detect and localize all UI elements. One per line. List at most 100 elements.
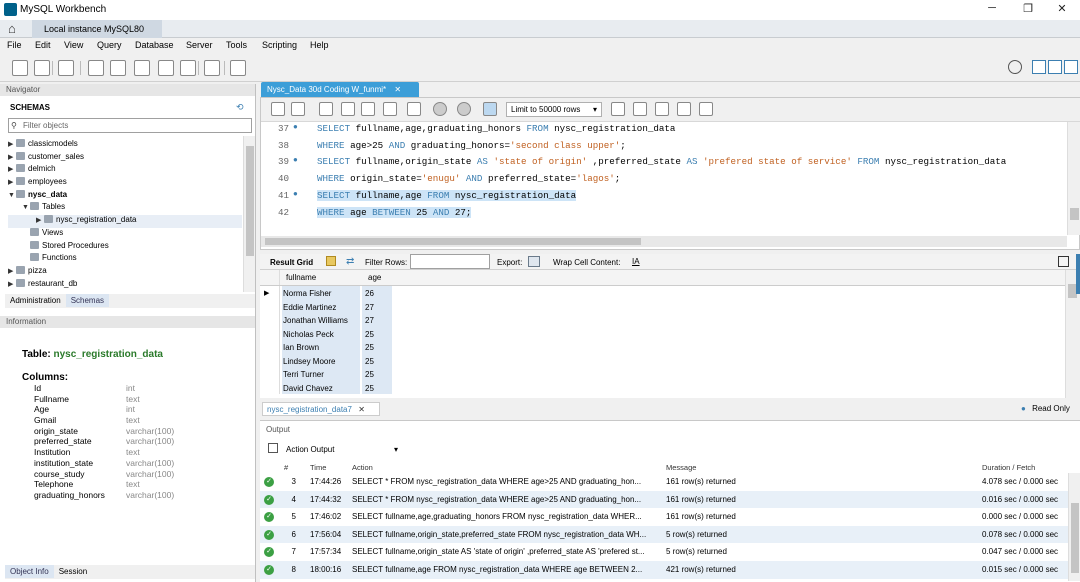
grid-cell[interactable]: 25 (362, 367, 392, 381)
schema-tree-item[interactable]: Views (8, 227, 242, 241)
grid-cell[interactable]: 25 (362, 380, 392, 394)
create-schema-icon[interactable] (88, 60, 104, 76)
preferences-icon[interactable] (1008, 60, 1022, 74)
execute-icon[interactable] (319, 102, 333, 116)
output-row[interactable]: ✓ 3 17:44:26 SELECT * FROM nysc_registratio… (260, 473, 1080, 491)
expand-arrow-icon[interactable]: ▶ (36, 216, 44, 224)
menu-server[interactable]: Server (186, 40, 213, 50)
tab-administration[interactable]: Administration (5, 294, 66, 307)
refresh-icon[interactable]: ⇄ (346, 256, 354, 267)
tab-schemas[interactable]: Schemas (65, 294, 110, 307)
refresh-schemas-icon[interactable]: ⟲ (236, 102, 244, 113)
create-function-icon[interactable] (180, 60, 196, 76)
table-row[interactable]: Terri Turner 25 (260, 367, 1065, 381)
output-row[interactable]: ✓ 8 18:00:16 SELECT fullname,age FROM nysc_… (260, 561, 1080, 579)
grid-column-header[interactable]: fullname (282, 270, 360, 285)
row-header[interactable] (260, 380, 280, 394)
tab-object-info[interactable]: Object Info (5, 565, 54, 578)
table-row[interactable]: Eddie Martinez 27 (260, 299, 1065, 313)
editor-vertical-scrollbar[interactable] (1067, 122, 1080, 235)
editor-horizontal-scrollbar[interactable] (261, 236, 1067, 247)
save-file-icon[interactable] (291, 102, 305, 116)
create-view-icon[interactable] (134, 60, 150, 76)
find-icon[interactable] (655, 102, 669, 116)
wrap-cell-icon[interactable]: IA (632, 257, 640, 266)
expand-arrow-icon[interactable]: ▶ (8, 280, 16, 288)
schema-tree-item[interactable]: ▼ Tables (8, 202, 242, 215)
expand-arrow-icon[interactable]: ▶ (8, 267, 16, 275)
home-icon[interactable]: ⌂ (8, 21, 24, 37)
menu-database[interactable]: Database (135, 40, 174, 50)
row-header[interactable] (260, 326, 280, 340)
menu-file[interactable]: File (7, 40, 22, 50)
create-table-icon[interactable] (110, 60, 126, 76)
word-wrap-icon[interactable] (699, 102, 713, 116)
export-icon[interactable] (528, 256, 540, 267)
stop-icon[interactable] (383, 102, 397, 116)
limit-rows-select[interactable]: Limit to 50000 rows ▾ (506, 102, 602, 117)
menu-help[interactable]: Help (310, 40, 329, 50)
schema-tree-scrollbar[interactable] (243, 136, 255, 292)
grid-cell[interactable]: 25 (362, 340, 392, 354)
grid-cell[interactable]: 25 (362, 326, 392, 340)
grid-cell[interactable]: 25 (362, 353, 392, 367)
tab-session[interactable]: Session (54, 565, 92, 578)
grid-column-header[interactable]: age (362, 270, 392, 285)
output-row[interactable]: ✓ 5 17:46:02 SELECT fullname,age,graduating… (260, 508, 1080, 526)
table-row[interactable]: Nicholas Peck 25 (260, 326, 1065, 340)
menu-edit[interactable]: Edit (35, 40, 51, 50)
expand-arrow-icon[interactable]: ▶ (8, 178, 16, 186)
schema-tree-item[interactable]: ▶ classicmodels (8, 139, 242, 152)
grid-cell[interactable]: 27 (362, 299, 392, 313)
result-tab[interactable]: nysc_registration_data7 ✕ (262, 402, 380, 416)
close-button[interactable]: ✕ (1046, 2, 1078, 18)
grid-cell[interactable]: Ian Brown (282, 340, 360, 354)
toggle-error-icon[interactable] (407, 102, 421, 116)
row-header[interactable] (260, 353, 280, 367)
expand-arrow-icon[interactable]: ▼ (8, 192, 16, 199)
expand-arrow-icon[interactable]: ▶ (8, 165, 16, 173)
table-row[interactable]: David Chavez 25 (260, 380, 1065, 394)
execute-current-icon[interactable] (341, 102, 355, 116)
expand-arrow-icon[interactable]: ▼ (22, 204, 30, 211)
schema-tree-item[interactable]: Stored Procedures (8, 240, 242, 254)
schema-tree-item[interactable]: ▶ customer_sales (8, 151, 242, 165)
grid-view-icon[interactable] (326, 256, 336, 266)
result-grid-label[interactable]: Result Grid (270, 258, 313, 267)
toggle-secondary-sidebar-icon[interactable] (1064, 60, 1078, 74)
schema-tree-item[interactable]: ▼ nysc_data (8, 189, 242, 203)
autocommit-icon[interactable] (483, 102, 497, 116)
menu-view[interactable]: View (64, 40, 83, 50)
output-type-select[interactable]: Action Output ▾ (284, 442, 400, 457)
filter-rows-input[interactable] (410, 254, 490, 269)
schema-tree-item[interactable]: Functions (8, 253, 242, 266)
new-sql-tab-icon[interactable] (12, 60, 28, 76)
reconnect-icon[interactable] (230, 60, 246, 76)
table-row[interactable]: Ian Brown 25 (260, 340, 1065, 354)
row-header[interactable]: ▶ (260, 286, 280, 300)
menu-scripting[interactable]: Scripting (262, 40, 297, 50)
toggle-sidebar-icon[interactable] (1032, 60, 1046, 74)
grid-cell[interactable]: 27 (362, 313, 392, 327)
search-table-data-icon[interactable] (204, 60, 220, 76)
copy-output-icon[interactable] (268, 443, 278, 453)
expand-arrow-icon[interactable]: ▶ (8, 140, 16, 148)
toggle-output-icon[interactable] (1048, 60, 1062, 74)
row-header[interactable] (260, 299, 280, 313)
add-snippet-icon[interactable] (611, 102, 625, 116)
close-result-tab-icon[interactable]: ✕ (358, 405, 365, 414)
close-tab-icon[interactable]: ✕ (394, 85, 401, 94)
schema-tree-item[interactable]: ▶ restaurant_db (8, 278, 242, 289)
grid-cell[interactable]: Terri Turner (282, 367, 360, 381)
expand-arrow-icon[interactable]: ▶ (8, 153, 16, 161)
schema-tree-item[interactable]: ▶ pizza (8, 265, 242, 279)
create-procedure-icon[interactable] (158, 60, 174, 76)
rollback-icon[interactable] (457, 102, 471, 116)
inspect-object-icon[interactable] (58, 60, 74, 76)
open-sql-script-icon[interactable] (34, 60, 50, 76)
grid-cell[interactable]: Lindsey Moore (282, 353, 360, 367)
commit-icon[interactable] (433, 102, 447, 116)
minimize-button[interactable]: ─ (976, 2, 1008, 18)
connection-tab[interactable]: Local instance MySQL80 (32, 20, 162, 38)
menu-query[interactable]: Query (97, 40, 122, 50)
